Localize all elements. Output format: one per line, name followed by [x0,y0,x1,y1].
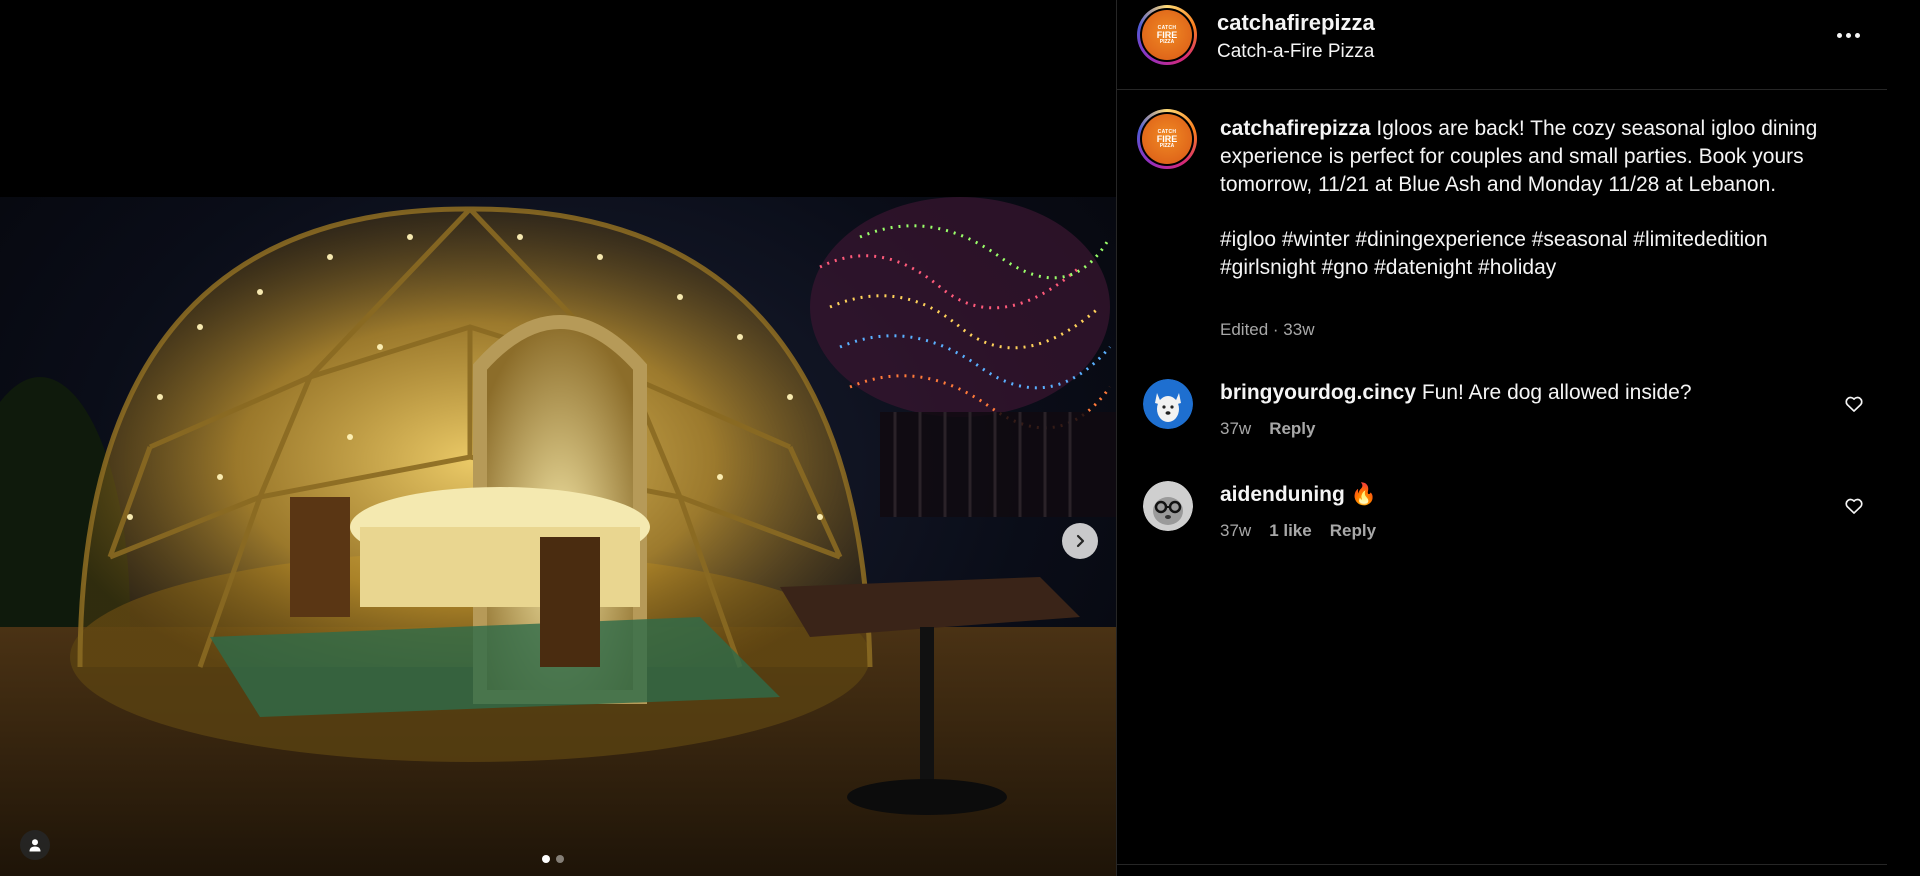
more-horizontal-icon [1836,32,1842,38]
author-display-name: Catch-a-Fire Pizza [1217,41,1375,62]
comment-item: bringyourdog.cincy Fun! Are dog allowed … [1117,379,1887,459]
caption-author-avatar[interactable]: CATCH FIRE PIZZA [1137,109,1197,169]
chevron-right-icon [1076,534,1085,548]
caption-username[interactable]: catchafirepizza [1220,117,1371,140]
divider [1117,864,1887,865]
commenter-avatar[interactable] [1143,481,1193,531]
comment-text: Fun! Are dog allowed inside? [1421,381,1692,404]
slide-dot [556,855,564,863]
post-image[interactable] [0,197,1116,876]
dog-avatar-icon [1143,379,1193,429]
commenter-avatar[interactable] [1143,379,1193,429]
comment-time[interactable]: 37w [1220,521,1251,541]
post-details-panel: CATCH FIRE PIZZA catchafirepizza Catch-a-F… [1116,0,1887,876]
comment-time[interactable]: 37w [1220,419,1251,439]
reply-button[interactable]: Reply [1330,521,1376,541]
person-tag-icon [29,839,41,852]
igloo-photo [0,197,1116,876]
catch-a-fire-logo: CATCH FIRE PIZZA [1142,10,1192,60]
comment-item: aidenduning 🔥 37w 1 like Reply [1117,481,1887,561]
tagged-users-button[interactable] [20,830,50,860]
next-slide-button[interactable] [1062,523,1098,559]
author-avatar[interactable]: CATCH FIRE PIZZA [1137,5,1197,65]
reply-button[interactable]: Reply [1269,419,1315,439]
slide-dot-active [542,855,550,863]
comment-username[interactable]: bringyourdog.cincy [1220,381,1416,404]
heart-icon[interactable] [1844,394,1864,414]
comment-text: 🔥 [1350,483,1377,506]
caption-meta: Edited · 33w [1220,320,1315,339]
slide-indicator [542,855,564,863]
heart-icon[interactable] [1844,496,1864,516]
comment-likes[interactable]: 1 like [1269,521,1312,541]
comment-username[interactable]: aidenduning [1220,483,1345,506]
media-panel [0,0,1116,876]
catch-a-fire-logo: CATCH FIRE PIZZA [1142,114,1192,164]
caption-hashtags[interactable]: #igloo #winter #diningexperience #season… [1220,226,1840,282]
author-username[interactable]: catchafirepizza [1217,10,1375,36]
post-header: CATCH FIRE PIZZA catchafirepizza Catch-a-F… [1117,0,1887,90]
more-options-button[interactable] [1830,25,1866,45]
post-modal: CATCH FIRE PIZZA catchafirepizza Catch-a-F… [0,0,1920,876]
cat-glasses-avatar-icon [1143,481,1193,531]
post-caption: catchafirepizza Igloos are back! The coz… [1220,115,1840,282]
